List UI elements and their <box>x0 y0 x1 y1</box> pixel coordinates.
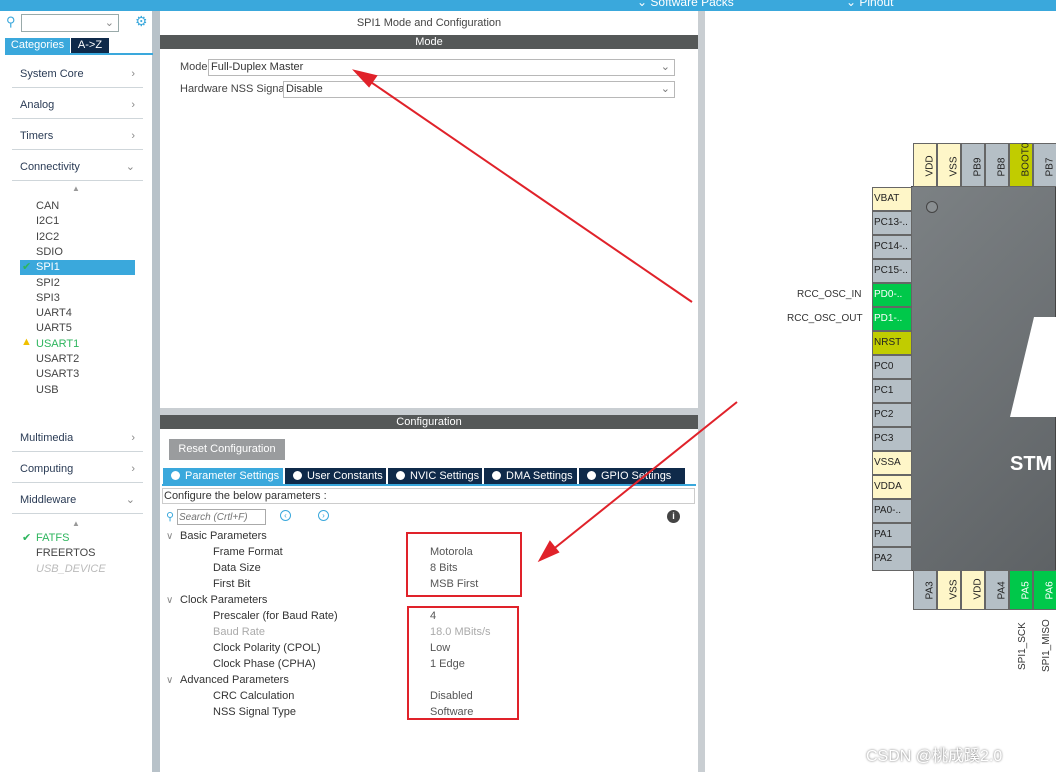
arrow-to-params <box>545 401 738 556</box>
arrowhead-icon <box>537 540 560 563</box>
arrow-to-mode <box>361 75 693 303</box>
watermark: CSDN @桃成蹊2.0 <box>866 748 1003 765</box>
annotation-arrows <box>352 69 738 563</box>
